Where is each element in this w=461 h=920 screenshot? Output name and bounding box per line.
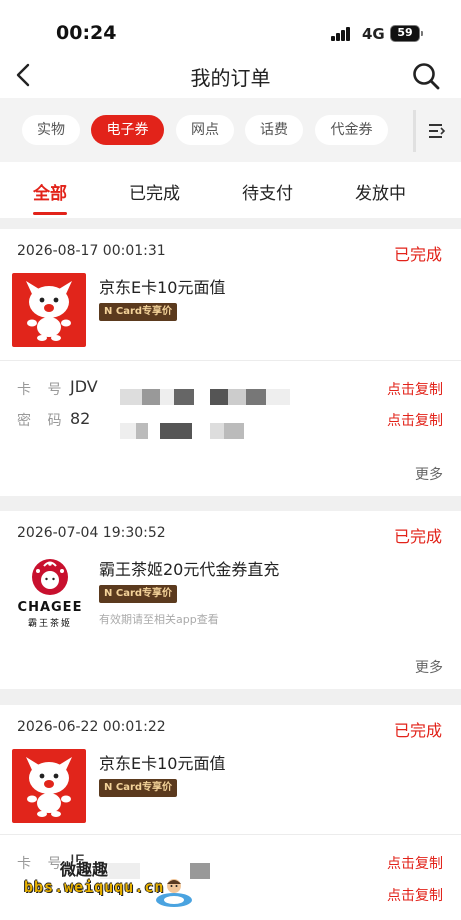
order-date: 2026-06-22 00:01:22	[17, 719, 166, 735]
tab-pending-payment[interactable]: 待支付	[242, 179, 293, 204]
chip-phone-credit[interactable]: 话费	[245, 115, 303, 145]
product-name: 京东E卡10元面值	[99, 278, 226, 297]
filter-divider	[413, 110, 416, 152]
redacted-password	[120, 423, 275, 439]
order-status: 已完成	[393, 527, 442, 546]
password-value: 82	[70, 409, 91, 428]
chip-coupon[interactable]: 代金券	[315, 115, 388, 145]
chip-physical[interactable]: 实物	[22, 115, 80, 145]
chagee-logo-subtext: 霸王茶姬	[27, 619, 72, 629]
order-card[interactable]: 2026-07-04 19:30:52 已完成 CHAGEE 霸王茶姬 霸王茶姬…	[0, 511, 461, 689]
copy-card-number-button[interactable]: 点击复制	[387, 853, 443, 873]
order-card[interactable]: 2026-08-17 00:01:31 已完成 京东E卡10元面值 N Card…	[0, 229, 461, 496]
category-filter-bar: 实物 电子券 网点 话费 代金券	[0, 98, 461, 162]
tab-all[interactable]: 全部	[33, 179, 67, 204]
password-label: 密 码	[17, 413, 68, 429]
chip-e-voucher[interactable]: 电子券	[91, 115, 164, 145]
order-status: 已完成	[393, 245, 442, 264]
product-name: 霸王茶姬20元代金券直充	[99, 560, 280, 579]
chagee-logo-icon: CHAGEE 霸王茶姬	[10, 553, 90, 633]
order-date: 2026-07-04 19:30:52	[17, 525, 166, 541]
divider	[0, 834, 461, 835]
jd-mascot-icon	[12, 273, 86, 347]
tab-issuing[interactable]: 发放中	[355, 179, 406, 204]
ncard-badge: N Card专享价	[99, 779, 178, 797]
validity-note: 有效期请至相关app查看	[99, 613, 219, 626]
signal-icon	[331, 27, 353, 41]
status-bar: 00:24 4G 59	[0, 0, 461, 54]
copy-password-button[interactable]: 点击复制	[387, 885, 443, 905]
status-time: 00:24	[56, 22, 117, 44]
product-name: 京东E卡10元面值	[99, 754, 226, 773]
page-title: 我的订单	[190, 66, 271, 90]
network-label: 4G	[362, 25, 385, 43]
copy-card-number-button[interactable]: 点击复制	[387, 379, 443, 399]
watermark: 微趣趣 bbs.weiququ.cn	[20, 852, 200, 908]
chip-outlet[interactable]: 网点	[176, 115, 234, 145]
active-tab-indicator	[33, 212, 67, 215]
order-status-tabs: 全部 已完成 待支付 发放中	[0, 162, 461, 218]
watermark-swimmer-icon	[156, 879, 192, 907]
divider	[0, 360, 461, 361]
nav-bar: 我的订单	[0, 54, 461, 98]
redacted-card-number	[120, 389, 290, 405]
jd-mascot-icon	[12, 749, 86, 823]
chagee-logo-text: CHAGEE	[17, 600, 83, 615]
tab-completed[interactable]: 已完成	[129, 179, 180, 204]
more-button[interactable]: 更多	[415, 464, 443, 484]
watermark-url: bbs.weiququ.cn	[24, 878, 165, 896]
card-number-label: 卡 号	[17, 382, 68, 398]
search-icon[interactable]	[410, 60, 442, 92]
ncard-badge: N Card专享价	[99, 303, 178, 321]
copy-password-button[interactable]: 点击复制	[387, 410, 443, 430]
order-date: 2026-08-17 00:01:31	[17, 243, 166, 259]
more-button[interactable]: 更多	[415, 657, 443, 677]
card-number-value: JDV	[70, 377, 98, 396]
battery-icon: 59	[390, 25, 423, 42]
watermark-title: 微趣趣	[60, 860, 109, 879]
filter-menu-icon[interactable]	[426, 120, 448, 142]
ncard-badge: N Card专享价	[99, 585, 178, 603]
order-status: 已完成	[393, 721, 442, 740]
